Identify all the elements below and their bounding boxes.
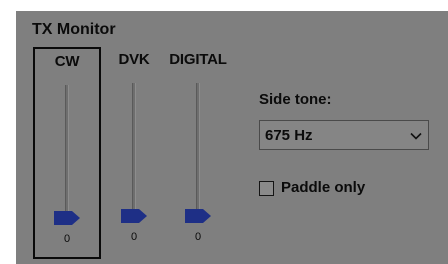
slider-value-digital: 0 xyxy=(194,231,202,243)
slider-value-dvk: 0 xyxy=(130,231,138,243)
paddle-only-label[interactable]: Paddle only xyxy=(281,179,365,196)
tx-monitor-panel: TX Monitor CW 0 DVK 0 DIGITAL 0 Side ton… xyxy=(16,11,448,264)
slider-label-cw: CW xyxy=(54,53,80,70)
slider-track-cw[interactable] xyxy=(65,85,69,219)
slider-thumb-icon[interactable] xyxy=(121,209,147,223)
slider-thumb-icon[interactable] xyxy=(54,211,80,225)
slider-track-digital[interactable] xyxy=(196,83,200,217)
chevron-down-icon[interactable] xyxy=(410,129,422,141)
side-tone-label: Side tone: xyxy=(259,91,332,108)
slider-thumb-icon[interactable] xyxy=(185,209,211,223)
paddle-only-checkbox[interactable] xyxy=(259,181,274,196)
group-title: TX Monitor xyxy=(32,21,116,38)
slider-dvk[interactable]: DVK 0 xyxy=(100,47,168,259)
slider-track-dvk[interactable] xyxy=(132,83,136,217)
slider-digital[interactable]: DIGITAL 0 xyxy=(164,47,232,259)
side-tone-selected-value: 675 Hz xyxy=(265,127,313,144)
slider-cw[interactable]: CW 0 xyxy=(33,47,101,259)
slider-label-dvk: DVK xyxy=(118,51,150,68)
slider-label-digital: DIGITAL xyxy=(169,51,227,68)
side-tone-select[interactable]: 675 Hz xyxy=(259,120,429,150)
slider-value-cw: 0 xyxy=(63,233,71,245)
